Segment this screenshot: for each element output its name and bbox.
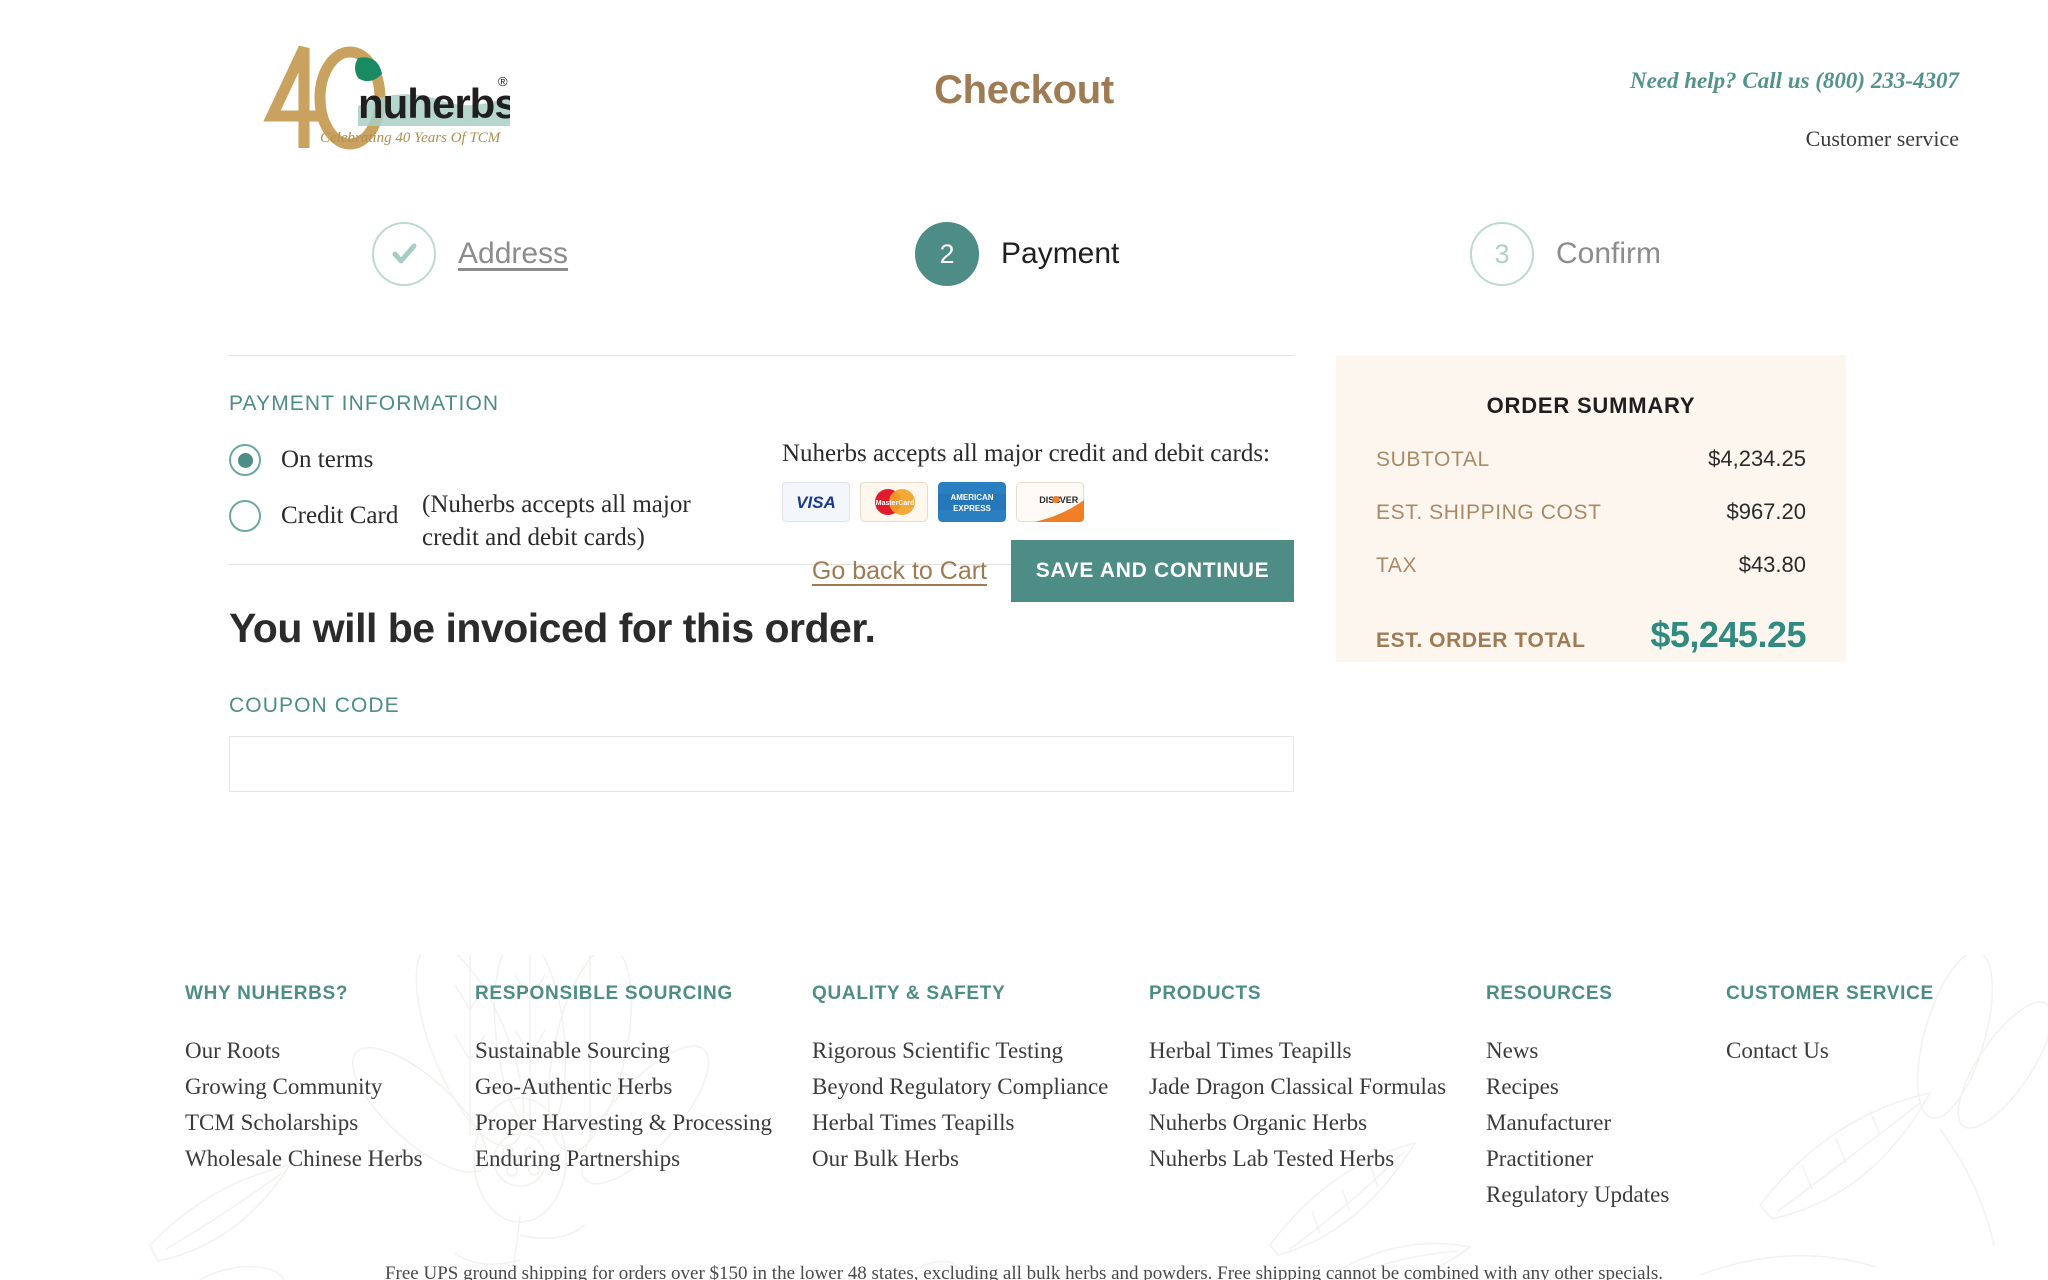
footer-link[interactable]: Regulatory Updates [1486,1182,1726,1208]
summary-total-value: $5,245.25 [1650,614,1806,655]
footer-link[interactable]: Nuherbs Organic Herbs [1149,1110,1486,1136]
svg-text:AMERICAN: AMERICAN [950,493,993,502]
help-phone-text[interactable]: Need help? Call us (800) 233-4307 [1630,68,1959,94]
accepted-cards-title: Nuherbs accepts all major credit and deb… [782,440,1271,467]
footer-link[interactable]: TCM Scholarships [185,1110,475,1136]
radio-credit-card-label: Credit Card [281,502,399,529]
invoice-message: You will be invoiced for this order. [229,605,876,651]
footer-link[interactable]: Recipes [1486,1074,1726,1100]
footer-link[interactable]: Geo-Authentic Herbs [475,1074,812,1100]
footer-shipping-note: Free UPS ground shipping for orders over… [384,1263,1664,1280]
summary-row-shipping: EST. SHIPPING COST $967.20 [1376,499,1806,525]
footer-link[interactable]: Proper Harvesting & Processing [475,1110,812,1136]
footer-link[interactable]: Herbal Times Teapills [812,1110,1149,1136]
save-and-continue-button[interactable]: SAVE AND CONTINUE [1011,540,1294,602]
svg-text:VER: VER [1060,495,1079,505]
footer-heading-quality-safety: QUALITY & SAFETY [812,983,1006,1004]
footer-column-why-nuherbs: WHY NUHERBS? Our Roots Growing Community… [185,983,475,1218]
summary-tax-value: $43.80 [1738,552,1806,577]
footer-heading-responsible-sourcing: RESPONSIBLE SOURCING [475,983,733,1004]
summary-subtotal-label: SUBTOTAL [1376,448,1490,471]
checkout-steps: Address 2 Payment 3 Confirm [0,222,2048,318]
summary-shipping-label: EST. SHIPPING COST [1376,501,1602,524]
site-footer: WHY NUHERBS? Our Roots Growing Community… [0,955,2048,1280]
summary-tax-label: TAX [1376,554,1418,577]
summary-row-total: EST. ORDER TOTAL $5,245.25 [1376,614,1806,656]
mastercard-icon: MasterCard [860,482,928,522]
summary-row-tax: TAX $43.80 [1376,552,1806,578]
svg-text:VISA: VISA [796,493,836,512]
summary-total-label: EST. ORDER TOTAL [1376,629,1586,652]
checkout-actions: Go back to Cart SAVE AND CONTINUE [229,540,1294,602]
footer-link[interactable]: Wholesale Chinese Herbs [185,1146,475,1172]
check-icon [392,243,417,264]
footer-link[interactable]: Nuherbs Lab Tested Herbs [1149,1146,1486,1172]
radio-on-terms-dot [237,452,253,468]
payment-option-on-terms[interactable]: On terms [229,444,373,476]
footer-heading-customer-service: CUSTOMER SERVICE [1726,983,1934,1004]
step-confirm-label: Confirm [1556,237,1662,270]
footer-link[interactable]: Manufacturer [1486,1110,1726,1136]
footer-link[interactable]: Jade Dragon Classical Formulas [1149,1074,1486,1100]
footer-column-products: PRODUCTS Herbal Times Teapills Jade Drag… [1149,983,1486,1218]
visa-icon: VISA [782,482,850,522]
checkout-main: PAYMENT INFORMATION On terms Credit Card… [0,355,2048,945]
footer-link[interactable]: Beyond Regulatory Compliance [812,1074,1149,1100]
footer-column-responsible-sourcing: RESPONSIBLE SOURCING Sustainable Sourcin… [475,983,812,1218]
footer-column-quality-safety: QUALITY & SAFETY Rigorous Scientific Tes… [812,983,1149,1218]
coupon-code-label: COUPON CODE [229,694,400,717]
summary-subtotal-value: $4,234.25 [1708,446,1806,471]
order-summary-title: ORDER SUMMARY [1486,393,1696,418]
summary-shipping-value: $967.20 [1726,499,1806,524]
step-payment[interactable]: 2 Payment [915,222,1119,286]
step-payment-label: Payment [1001,237,1120,270]
radio-on-terms[interactable] [229,444,261,476]
summary-row-subtotal: SUBTOTAL $4,234.25 [1376,446,1806,472]
step-address-circle [372,222,436,286]
go-back-to-cart-link[interactable]: Go back to Cart [812,557,987,586]
divider-top [229,355,1294,356]
footer-link[interactable]: Practitioner [1486,1146,1726,1172]
accepted-cards-block: Nuherbs accepts all major credit and deb… [782,440,1282,522]
checkout-page: nuherbs co. ® Celebrating 40 Years Of TC… [0,0,2048,1280]
footer-heading-why-nuherbs: WHY NUHERBS? [185,983,349,1004]
footer-columns: WHY NUHERBS? Our Roots Growing Community… [185,983,1933,1218]
footer-link[interactable]: Sustainable Sourcing [475,1038,812,1064]
footer-heading-resources: RESOURCES [1486,983,1613,1004]
step-address[interactable]: Address [372,222,568,286]
footer-link[interactable]: Growing Community [185,1074,475,1100]
coupon-code-input[interactable] [229,736,1294,792]
payment-information-heading: PAYMENT INFORMATION [229,392,500,415]
svg-text:EXPRESS: EXPRESS [953,504,991,513]
step-payment-circle: 2 [915,222,979,286]
step-address-label[interactable]: Address [458,237,568,271]
order-summary-panel: ORDER SUMMARY SUBTOTAL $4,234.25 EST. SH… [1336,355,1846,662]
radio-on-terms-label: On terms [281,446,374,473]
footer-column-resources: RESOURCES News Recipes Manufacturer Prac… [1486,983,1726,1218]
footer-link[interactable]: Our Roots [185,1038,475,1064]
step-confirm-circle: 3 [1470,222,1534,286]
amex-icon: AMERICAN EXPRESS [938,482,1006,522]
footer-link[interactable]: Enduring Partnerships [475,1146,812,1172]
footer-link[interactable]: Herbal Times Teapills [1149,1038,1486,1064]
footer-link[interactable]: Contact Us [1726,1038,1966,1064]
footer-column-customer-service: CUSTOMER SERVICE Contact Us [1726,983,1966,1218]
discover-icon: DISC VER [1016,482,1084,522]
footer-heading-products: PRODUCTS [1149,983,1262,1004]
payment-option-credit-card[interactable]: Credit Card [229,500,398,532]
site-header: nuherbs co. ® Celebrating 40 Years Of TC… [0,0,2048,186]
svg-text:MasterCard: MasterCard [876,500,915,507]
accepted-cards-row: VISA MasterCard AMERICAN EXPRESS DISC VE… [782,482,1282,522]
footer-link[interactable]: Rigorous Scientific Testing [812,1038,1149,1064]
step-confirm[interactable]: 3 Confirm [1470,222,1661,286]
radio-credit-card[interactable] [229,500,261,532]
customer-service-link[interactable]: Customer service [1806,126,1959,152]
footer-link[interactable]: Our Bulk Herbs [812,1146,1149,1172]
footer-link[interactable]: News [1486,1038,1726,1064]
svg-text:Celebrating 40 Years Of TCM: Celebrating 40 Years Of TCM [320,130,502,146]
